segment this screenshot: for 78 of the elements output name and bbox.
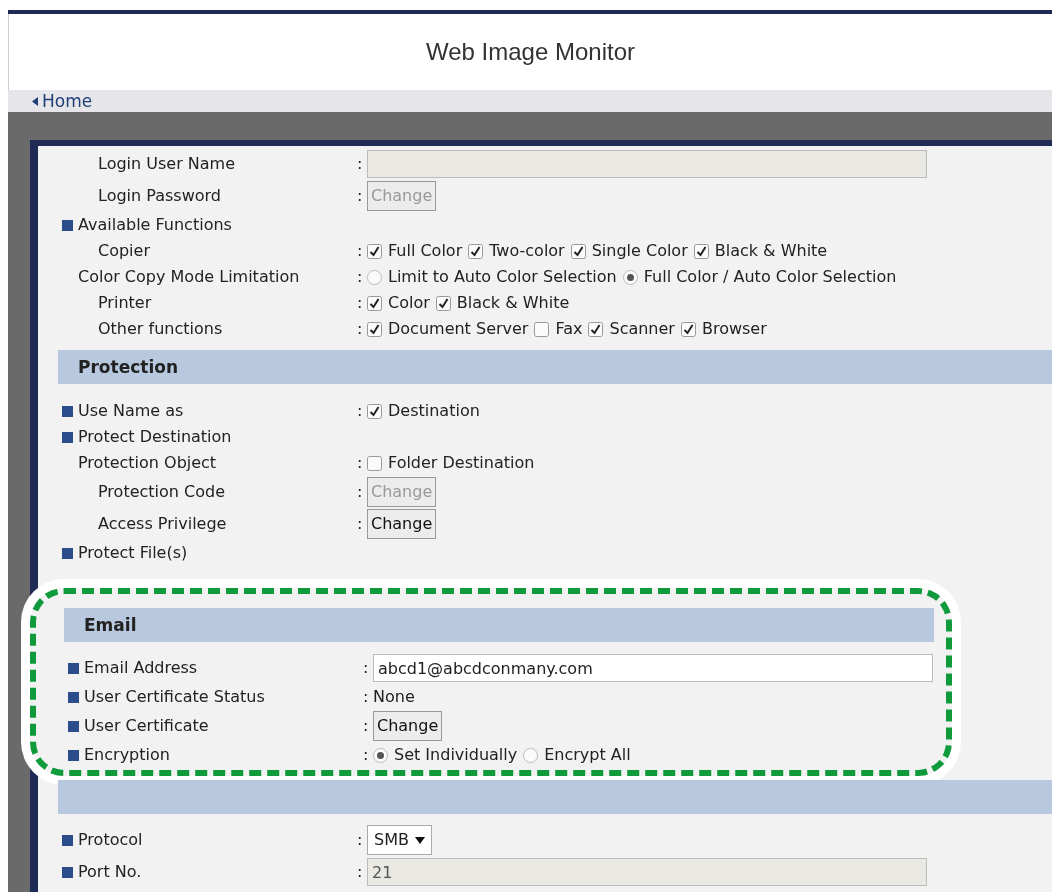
option-label: Scanner [609, 318, 675, 340]
checkbox[interactable] [534, 321, 550, 337]
checkbox[interactable] [570, 243, 586, 259]
section-title: Email [84, 614, 137, 636]
colon: : [357, 318, 364, 340]
change-button[interactable]: Change [367, 509, 437, 539]
colon: : [357, 185, 364, 207]
field-label: Protocol [78, 829, 143, 851]
radio-button[interactable] [373, 747, 388, 763]
radio-button[interactable] [622, 269, 638, 285]
option-label: Full Color [388, 240, 463, 262]
option-label: Single Color [591, 240, 688, 262]
caret-icon [32, 96, 38, 106]
checkbox[interactable] [588, 321, 604, 337]
field-label: Printer [98, 292, 152, 314]
radio-button[interactable] [523, 747, 539, 763]
option-label: Full Color / Auto Color Selection [643, 266, 897, 288]
colon: : [363, 715, 370, 737]
colon: : [357, 400, 364, 422]
option-label: Document Server [388, 318, 529, 340]
field-label: Color Copy Mode Limitation [78, 266, 300, 288]
field-label: Encryption [84, 744, 170, 766]
checkbox[interactable] [367, 295, 382, 311]
window-title: Web Image Monitor [426, 37, 635, 67]
checkbox[interactable] [468, 243, 484, 259]
dropdown-arrow-icon [414, 836, 425, 844]
option-label: Two-color [489, 240, 565, 262]
option-label: Set Individually [394, 744, 518, 766]
option-label: Fax [555, 318, 583, 340]
checkbox[interactable] [435, 295, 451, 311]
field-label: Port No. [78, 861, 142, 883]
option-label: Limit to Auto Color Selection [388, 266, 617, 288]
field-label: User Certificate Status [84, 686, 265, 708]
option-label: Color [388, 292, 430, 314]
field-label: Protect File(s) [78, 542, 188, 564]
field-label: Other functions [98, 318, 223, 340]
field-label: Login Password [98, 185, 221, 207]
field-value: None [373, 686, 415, 708]
field-label: Email Address [84, 657, 198, 679]
section-title: Protection [78, 356, 178, 378]
option-label: Black & White [456, 292, 570, 314]
checkbox[interactable] [680, 321, 696, 337]
field-label: Protection Object [78, 452, 217, 474]
option-label: Black & White [714, 240, 828, 262]
checkbox[interactable] [367, 321, 382, 337]
field-label: Protect Destination [78, 426, 232, 448]
checkbox[interactable] [693, 243, 709, 259]
colon: : [357, 153, 364, 175]
field-label: Protection Code [98, 481, 225, 503]
change-button[interactable]: Change [373, 711, 443, 741]
protocol-dropdown[interactable]: SMB [367, 825, 432, 855]
colon: : [357, 481, 364, 503]
colon: : [357, 829, 364, 851]
field-label: Use Name as [78, 400, 184, 422]
colon: : [357, 452, 364, 474]
checkbox[interactable] [367, 455, 382, 471]
colon: : [357, 240, 364, 262]
input-field[interactable]: abcd1@abcdconmany.com [373, 654, 933, 682]
option-label: Encrypt All [544, 744, 631, 766]
option-label: Browser [701, 318, 767, 340]
home-link[interactable]: Home [32, 92, 93, 110]
colon: : [357, 861, 364, 883]
checkbox[interactable] [367, 243, 382, 259]
field-label: Copier [98, 240, 150, 262]
field-label: Available Functions [78, 214, 232, 236]
colon: : [357, 266, 364, 288]
option-label: Folder Destination [388, 452, 535, 474]
option-label: Destination [388, 400, 480, 422]
colon: : [363, 657, 370, 679]
colon: : [363, 686, 370, 708]
radio-button[interactable] [367, 269, 382, 285]
field-label: Access Privilege [98, 513, 227, 535]
field-label: User Certificate [84, 715, 209, 737]
checkbox[interactable] [367, 403, 382, 419]
colon: : [357, 292, 364, 314]
colon: : [363, 744, 370, 766]
field-label: Login User Name [98, 153, 235, 175]
colon: : [357, 513, 364, 535]
